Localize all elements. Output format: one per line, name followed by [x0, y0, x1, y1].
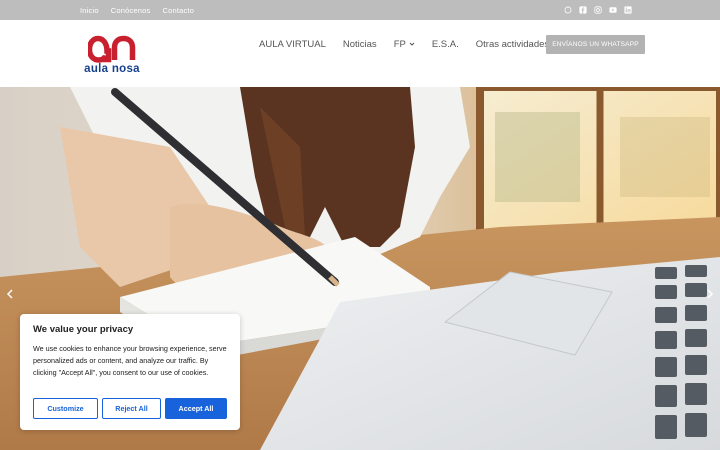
logo-text: aula nosa [84, 63, 140, 75]
top-nav: Inicio Conócenos Contacto [80, 0, 194, 20]
top-link-contacto[interactable]: Contacto [162, 6, 194, 15]
nav-item-label: FP [393, 38, 406, 50]
top-link-inicio[interactable]: Inicio [80, 6, 99, 15]
nav-item-label: E.S.A. [431, 38, 459, 50]
customize-button[interactable]: Customize [33, 398, 98, 419]
nav-item-esa[interactable]: E.S.A. [432, 39, 459, 50]
nav-item-otras-actividades[interactable]: Otras actividades [476, 39, 549, 50]
facebook-icon[interactable] [579, 6, 587, 14]
logo-mark [88, 35, 136, 63]
top-bar: Inicio Conócenos Contacto [0, 0, 720, 20]
instagram-icon[interactable] [594, 6, 602, 14]
reject-all-button[interactable]: Reject All [102, 398, 161, 419]
whatsapp-button[interactable]: ENVÍANOS UN WHATSAPP [546, 35, 645, 54]
social-links [564, 0, 632, 20]
cookie-consent-banner: We value your privacy We use cookies to … [20, 314, 240, 430]
nav-item-label: Otras actividades [475, 38, 550, 50]
nav-item-noticias[interactable]: Noticias [343, 39, 377, 50]
accept-all-button[interactable]: Accept All [165, 398, 227, 419]
site-logo[interactable]: aula nosa [80, 34, 144, 78]
site-header: aula nosa AULA VIRTUAL Noticias FP E.S.A… [0, 20, 720, 87]
cookie-buttons: Customize Reject All Accept All [33, 398, 227, 419]
nav-item-label: AULA VIRTUAL [259, 38, 326, 50]
whatsapp-icon[interactable] [564, 6, 572, 14]
linkedin-icon[interactable] [624, 6, 632, 14]
cookie-title: We value your privacy [33, 324, 134, 335]
cookie-text: We use cookies to enhance your browsing … [33, 344, 227, 377]
chevron-left-icon[interactable] [4, 287, 16, 299]
chevron-right-icon[interactable] [704, 287, 716, 299]
main-nav: AULA VIRTUAL Noticias FP E.S.A. Otras ac… [259, 20, 566, 68]
nav-item-aula-virtual[interactable]: AULA VIRTUAL [259, 39, 326, 50]
chevron-down-icon [409, 42, 415, 46]
nav-item-fp[interactable]: FP [394, 39, 415, 50]
nav-item-label: Noticias [342, 38, 377, 50]
top-link-conocenos[interactable]: Conócenos [111, 6, 151, 15]
youtube-icon[interactable] [609, 6, 617, 14]
